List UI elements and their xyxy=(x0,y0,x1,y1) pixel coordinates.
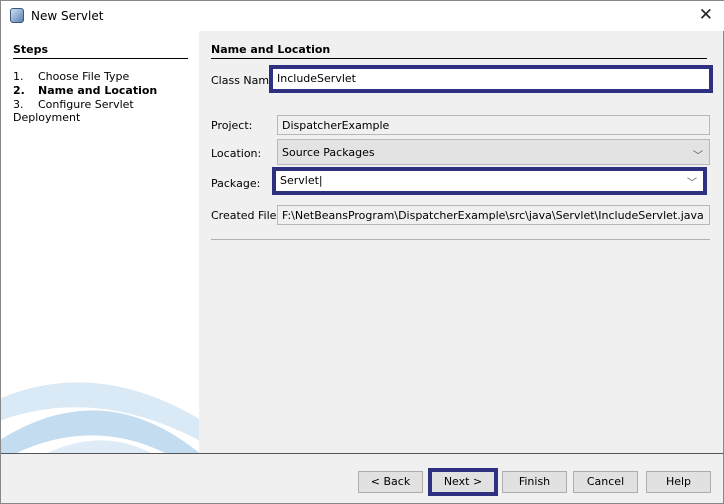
project-field: DispatcherExample xyxy=(277,115,710,135)
section-heading: Name and Location xyxy=(211,43,707,59)
chevron-down-icon: ﹀ xyxy=(687,178,697,189)
chevron-down-icon: ﹀ xyxy=(693,151,703,162)
location-value: Source Packages xyxy=(282,146,375,159)
steps-heading: Steps xyxy=(13,43,188,59)
decorative-swoosh xyxy=(1,382,199,453)
divider xyxy=(211,239,710,240)
close-icon[interactable]: ✕ xyxy=(699,5,713,25)
step-item-current: 2. Name and Location xyxy=(13,84,158,97)
package-label: Package: xyxy=(211,177,261,190)
step-item: 1. Choose File Type xyxy=(13,70,130,83)
window-title: New Servlet xyxy=(31,9,104,23)
finish-button[interactable]: Finish xyxy=(502,471,567,493)
next-button[interactable]: Next > xyxy=(428,468,498,496)
cancel-button[interactable]: Cancel xyxy=(573,471,638,493)
package-value: Servlet xyxy=(280,174,319,187)
netbeans-cube-icon xyxy=(10,8,24,23)
package-combo[interactable]: Servlet| ﹀ xyxy=(276,171,703,191)
project-label: Project: xyxy=(211,119,253,132)
location-select[interactable]: Source Packages ﹀ xyxy=(277,139,710,165)
step-item: 3. Configure Servlet Deployment xyxy=(13,98,134,124)
steps-panel: Steps 1. Choose File Type 2. Name and Loca… xyxy=(1,31,199,453)
help-button[interactable]: Help xyxy=(646,471,711,493)
created-file-field: F:\NetBeansProgram\DispatcherExample\src… xyxy=(277,205,710,225)
footer-divider xyxy=(1,453,723,454)
location-label: Location: xyxy=(211,147,262,160)
class-name-input[interactable]: IncludeServlet xyxy=(273,69,709,89)
name-location-panel: Name and Location Class Name: IncludeSer… xyxy=(199,31,723,453)
back-button[interactable]: < Back xyxy=(358,471,423,493)
title-bar: New Servlet ✕ xyxy=(1,1,724,31)
created-file-label: Created File: xyxy=(211,209,281,222)
